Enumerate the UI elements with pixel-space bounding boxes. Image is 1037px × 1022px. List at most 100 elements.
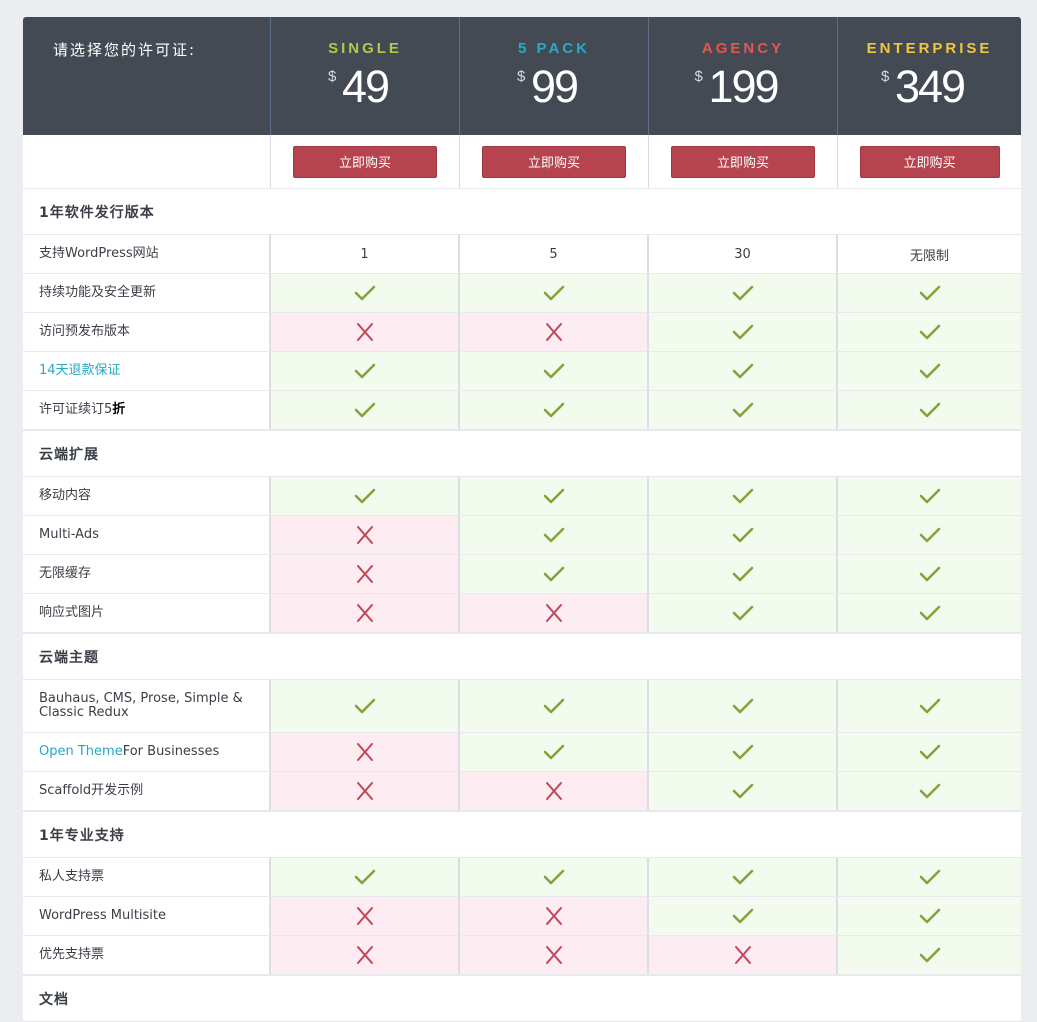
- currency-symbol: $: [694, 68, 703, 85]
- included-cell: [649, 772, 838, 810]
- feature-label-line: Classic Redux: [39, 705, 129, 720]
- included-cell: [838, 772, 1021, 810]
- feature-label: 14天退款保证: [23, 352, 271, 390]
- feature-value: 1: [271, 235, 460, 273]
- feature-list: 1年软件发行版本 支持WordPress网站 1 5 30 无限制 持续功能及安全更新 访问预…: [23, 188, 1021, 1022]
- feature-value: 无限制: [838, 235, 1021, 273]
- excluded-cell: [271, 936, 460, 974]
- feature-label: 支持WordPress网站: [23, 235, 271, 273]
- feature-label: 访问预发布版本: [23, 313, 271, 351]
- check-icon: [354, 488, 375, 504]
- feature-row: 14天退款保证: [23, 352, 1021, 391]
- feature-label: Bauhaus, CMS, Prose, Simple & Classic Red…: [23, 680, 271, 732]
- currency-symbol: $: [880, 68, 890, 85]
- section-title: 云端主题: [23, 633, 1021, 680]
- feature-row: Open Theme For Businesses: [23, 733, 1021, 772]
- included-cell: [838, 313, 1021, 351]
- open-theme-link[interactable]: Open Theme: [39, 745, 123, 759]
- included-cell: [460, 516, 649, 554]
- included-cell: [838, 733, 1021, 771]
- check-icon: [732, 698, 753, 714]
- excluded-cell: [460, 313, 649, 351]
- check-icon: [543, 527, 564, 543]
- check-icon: [919, 285, 940, 301]
- cross-icon: [734, 946, 751, 964]
- excluded-cell: [460, 936, 649, 974]
- cross-icon: [356, 907, 373, 925]
- refund-guarantee-link[interactable]: 14天退款保证: [39, 364, 121, 378]
- check-icon: [732, 527, 753, 543]
- included-cell: [649, 897, 838, 935]
- excluded-cell: [271, 733, 460, 771]
- feature-row: 私人支持票: [23, 858, 1021, 897]
- section-title: 文档: [23, 975, 1021, 1022]
- feature-label-text: 移动内容: [39, 488, 92, 503]
- excluded-cell: [460, 772, 649, 810]
- feature-label-text: 支持WordPress网站: [39, 246, 159, 261]
- cross-icon: [545, 604, 562, 622]
- included-cell: [838, 352, 1021, 390]
- included-cell: [271, 858, 460, 896]
- check-icon: [919, 488, 940, 504]
- feature-label-text: 响应式图片: [39, 605, 105, 620]
- check-icon: [732, 783, 753, 799]
- check-icon: [732, 869, 753, 885]
- included-cell: [460, 352, 649, 390]
- section-title: 1年专业支持: [23, 811, 1021, 858]
- included-cell: [838, 594, 1021, 632]
- excluded-cell: [271, 772, 460, 810]
- cross-icon: [545, 782, 562, 800]
- buy-single-button[interactable]: 立即购买: [293, 145, 437, 178]
- feature-row: 访问预发布版本: [23, 313, 1021, 352]
- excluded-cell: [271, 594, 460, 632]
- included-cell: [838, 274, 1021, 312]
- feature-label-text: Scaffold开发示例: [39, 783, 144, 798]
- check-icon: [919, 947, 940, 963]
- included-cell: [271, 391, 460, 429]
- buy-enterprise-button[interactable]: 立即购买: [859, 145, 1000, 178]
- buy-agency-button[interactable]: 立即购买: [671, 145, 815, 178]
- included-cell: [838, 477, 1021, 515]
- check-icon: [919, 402, 940, 418]
- included-cell: [460, 477, 649, 515]
- included-cell: [838, 897, 1021, 935]
- feature-value: 5: [460, 235, 649, 273]
- feature-label: 优先支持票: [23, 936, 271, 974]
- check-icon: [919, 698, 940, 714]
- plan-5-pack: 5 PACK $99: [460, 17, 649, 135]
- included-cell: [649, 274, 838, 312]
- check-icon: [354, 698, 375, 714]
- plan-price: 49: [341, 61, 390, 112]
- currency-symbol: $: [327, 68, 337, 85]
- included-cell: [460, 733, 649, 771]
- feature-row: 支持WordPress网站 1 5 30 无限制: [23, 235, 1021, 274]
- feature-label: Open Theme For Businesses: [23, 733, 271, 771]
- included-cell: [271, 680, 460, 732]
- plan-name: ENTERPRISE: [866, 40, 993, 57]
- plan-name: 5 PACK: [518, 40, 590, 57]
- cross-icon: [545, 907, 562, 925]
- included-cell: [649, 680, 838, 732]
- feature-label-text: 私人支持票: [39, 869, 105, 884]
- check-icon: [543, 698, 564, 714]
- check-icon: [919, 527, 940, 543]
- feature-row: 移动内容: [23, 477, 1021, 516]
- check-icon: [543, 363, 564, 379]
- feature-label-line: Bauhaus, CMS, Prose, Simple &: [39, 691, 243, 706]
- plan-price: 349: [894, 61, 966, 112]
- included-cell: [271, 274, 460, 312]
- feature-row: 优先支持票: [23, 936, 1021, 975]
- check-icon: [919, 783, 940, 799]
- included-cell: [838, 936, 1021, 974]
- buy-5-pack-button[interactable]: 立即购买: [482, 145, 626, 178]
- cross-icon: [356, 565, 373, 583]
- check-icon: [732, 566, 753, 582]
- excluded-cell: [271, 555, 460, 593]
- feature-row: WordPress Multisite: [23, 897, 1021, 936]
- included-cell: [649, 391, 838, 429]
- choose-license-label: 请选择您的许可证:: [23, 17, 271, 135]
- included-cell: [838, 391, 1021, 429]
- cross-icon: [356, 782, 373, 800]
- feature-label-text: 无限缓存: [39, 566, 92, 581]
- included-cell: [838, 516, 1021, 554]
